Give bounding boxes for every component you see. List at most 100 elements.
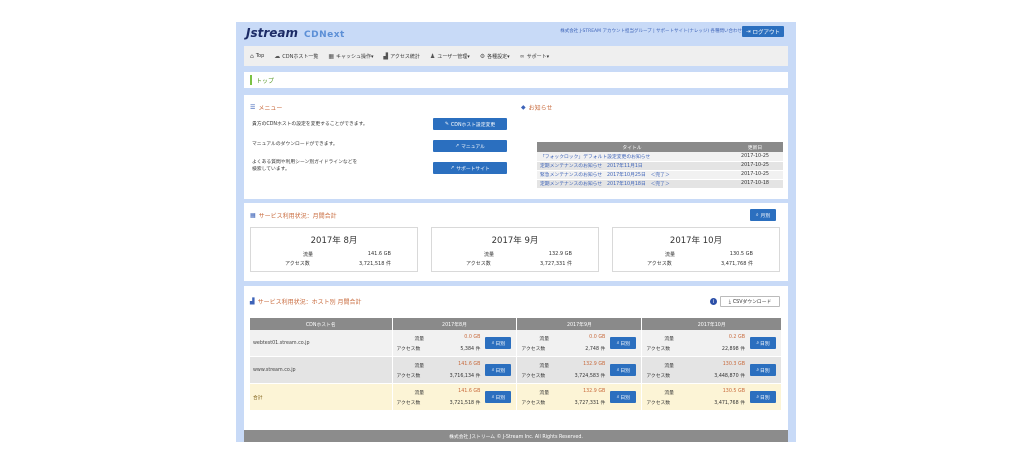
access-label: アクセス数: [466, 261, 491, 267]
traffic-value: 132.9 GB: [583, 362, 606, 367]
daily-button[interactable]: ⌕ 日別: [485, 391, 512, 403]
cdn-settings-label: CDNホスト設定変更: [450, 122, 496, 128]
nav-label: CDNホスト一覧: [282, 53, 319, 60]
traffic-label: 流量: [539, 391, 550, 396]
nav-label: Top: [255, 53, 265, 59]
logout-icon: ⇥: [745, 28, 751, 35]
gear-icon: ⚙: [479, 52, 486, 60]
nav-cache[interactable]: ▦ キャッシュ操作▾: [328, 53, 373, 60]
search-icon: ⌕: [491, 341, 495, 346]
month-cell: 流量 141.6 GB アクセス数 3,716,134 件 ⌕ 日別: [392, 356, 518, 384]
notice-link[interactable]: 定期メンテナンスのお知らせ 2017年11月1日: [537, 161, 727, 171]
nav-access-stats[interactable]: ▟ アクセス統計: [384, 53, 420, 60]
info-icon[interactable]: i: [710, 298, 717, 305]
external-link-icon: ↗: [455, 143, 460, 149]
notice-date: 2017-10-25: [727, 170, 783, 180]
traffic-value: 132.9 GB: [583, 389, 606, 394]
traffic-label: 流量: [665, 252, 676, 258]
nav-top[interactable]: ⌂ Top: [250, 53, 264, 60]
host-name: www.stream.co.jp: [250, 356, 393, 384]
csv-download-label: CSVダウンロード: [732, 300, 772, 305]
traffic-label: 流量: [539, 337, 550, 342]
col-host: CDNホスト名: [250, 318, 393, 330]
access-value: 3,471,768 件: [720, 261, 753, 267]
month-cell: 流量 141.6 GB アクセス数 3,721,518 件 ⌕ 日別: [392, 383, 518, 411]
page-title: トップ: [256, 77, 275, 85]
nav-label: サポート▾: [526, 53, 550, 60]
notice-col-title: タイトル: [537, 142, 727, 152]
nav-settings[interactable]: ⚙ 各種設定▾: [480, 53, 510, 60]
traffic-label: 流量: [664, 337, 674, 342]
cdn-settings-button[interactable]: ✎ CDNホスト設定変更: [433, 118, 507, 130]
daily-button[interactable]: ⌕ 日別: [610, 391, 637, 403]
notice-title-text: お知らせ: [528, 105, 553, 112]
traffic-label: 流量: [414, 337, 425, 342]
search-icon: ⌕: [755, 213, 759, 218]
traffic-value: 132.9 GB: [548, 251, 572, 257]
nav-label: ユーザー管理▾: [437, 53, 470, 60]
nav-label: アクセス統計: [390, 53, 420, 60]
traffic-value: 0.2 GB: [728, 335, 745, 340]
month-cell: 流量 0.2 GB アクセス数 22,898 件 ⌕ 日別: [641, 330, 782, 357]
logout-label: ログアウト: [752, 29, 780, 36]
access-value: 3,721,518 件: [449, 401, 481, 406]
access-label: アクセス数: [646, 347, 671, 352]
access-label: アクセス数: [521, 374, 546, 379]
daily-button[interactable]: ⌕ 日別: [610, 337, 637, 349]
traffic-value: 130.3 GB: [722, 362, 745, 367]
monthly-title: ▦ サービス利用状況：月間合計: [250, 211, 337, 220]
notice-link[interactable]: 緊急メンテナンスのお知らせ 2017年10月25日 ＜完了＞: [537, 170, 727, 180]
daily-label: 日別: [760, 395, 770, 401]
table-row: 「フォックロック」デフォルト設定変更のお知らせ 2017-10-25: [537, 152, 783, 162]
nav-user-management[interactable]: ♟ ユーザー管理▾: [430, 53, 470, 60]
daily-label: 日別: [620, 368, 630, 374]
notice-link[interactable]: 定期メンテナンスのお知らせ 2017年10月18日 ＜完了＞: [537, 179, 727, 189]
daily-button[interactable]: ⌕ 日別: [750, 337, 776, 349]
wrench-icon: ✎: [444, 121, 449, 127]
table-row: 定期メンテナンスのお知らせ 2017年11月1日 2017-10-25: [537, 161, 783, 171]
support-site-button[interactable]: ↗ サポートサイト: [433, 162, 507, 174]
col-aug: 2017年8月: [392, 318, 518, 330]
daily-button[interactable]: ⌕ 日別: [485, 337, 512, 349]
table-row: 緊急メンテナンスのお知らせ 2017年10月25日 ＜完了＞ 2017-10-25: [537, 170, 783, 180]
manual-label: マニュアル: [461, 144, 485, 150]
logo[interactable]: Jstream CDNext: [246, 26, 345, 40]
daily-label: 日別: [760, 341, 770, 347]
host-title-text: サービス利用状況：ホスト別 月間合計: [257, 299, 362, 306]
access-label: アクセス数: [396, 347, 421, 352]
cloud-icon: ☁: [274, 52, 281, 60]
external-link-icon: ↗: [450, 165, 455, 171]
traffic-value: 130.5 GB: [729, 251, 753, 257]
traffic-label: 流量: [539, 364, 550, 369]
nav-support[interactable]: ∞ サポート▾: [520, 53, 550, 60]
daily-button[interactable]: ⌕ 日別: [750, 391, 776, 403]
daily-button[interactable]: ⌕ 日別: [750, 364, 776, 376]
traffic-label: 流量: [414, 391, 425, 396]
user-icon: ♟: [429, 52, 436, 60]
search-icon: ⌕: [616, 341, 620, 346]
manual-button[interactable]: ↗ マニュアル: [433, 140, 507, 152]
logout-button[interactable]: ⇥ ログアウト: [741, 26, 784, 37]
daily-button[interactable]: ⌕ 日別: [485, 364, 512, 376]
footer: 株式会社 Jストリーム © J-Stream Inc. All Rights R…: [244, 430, 788, 442]
month-label: 2017年 9月: [491, 236, 539, 246]
nav-cdn-hosts[interactable]: ☁ CDNホスト一覧: [274, 53, 318, 60]
search-icon: ⌕: [756, 368, 760, 373]
daily-label: 日別: [495, 395, 506, 401]
monthly-usage-panel: ▦ サービス利用状況：月間合計 ⌕ 月別 2017年 8月 流量 141.6 GB…: [244, 203, 788, 281]
host-usage-panel: ▟ サービス利用状況：ホスト別 月間合計 i ⤓ CSVダウンロード CDNホスト…: [244, 286, 788, 436]
account-links[interactable]: 株式会社 J-STREAM アカウント担当グループ | サポートサイト(ナレッジ…: [560, 28, 742, 34]
csv-download-button[interactable]: ⤓ CSVダウンロード: [720, 296, 780, 307]
nav-label: 各種設定▾: [487, 53, 510, 60]
access-value: 22,898 件: [721, 347, 745, 352]
header: Jstream CDNext 株式会社 J-STREAM アカウント担当グループ…: [244, 22, 788, 44]
logo-main: Jstream: [246, 26, 299, 40]
monthly-view-button[interactable]: ⌕ 月別: [750, 209, 776, 221]
menu-notice-panel: ☰ メニュー 貴方のCDNホストの設定を変更することができます。 マニュアルのダ…: [244, 95, 788, 199]
notice-date: 2017-10-25: [727, 161, 783, 171]
bar-chart-icon: ▟: [383, 52, 389, 60]
support-site-label: サポートサイト: [456, 166, 490, 172]
notice-link[interactable]: 「フォックロック」デフォルト設定変更のお知らせ: [537, 152, 727, 162]
month-cell: 流量 0.0 GB アクセス数 2,748 件 ⌕ 日別: [516, 330, 643, 357]
daily-button[interactable]: ⌕ 日別: [610, 364, 637, 376]
